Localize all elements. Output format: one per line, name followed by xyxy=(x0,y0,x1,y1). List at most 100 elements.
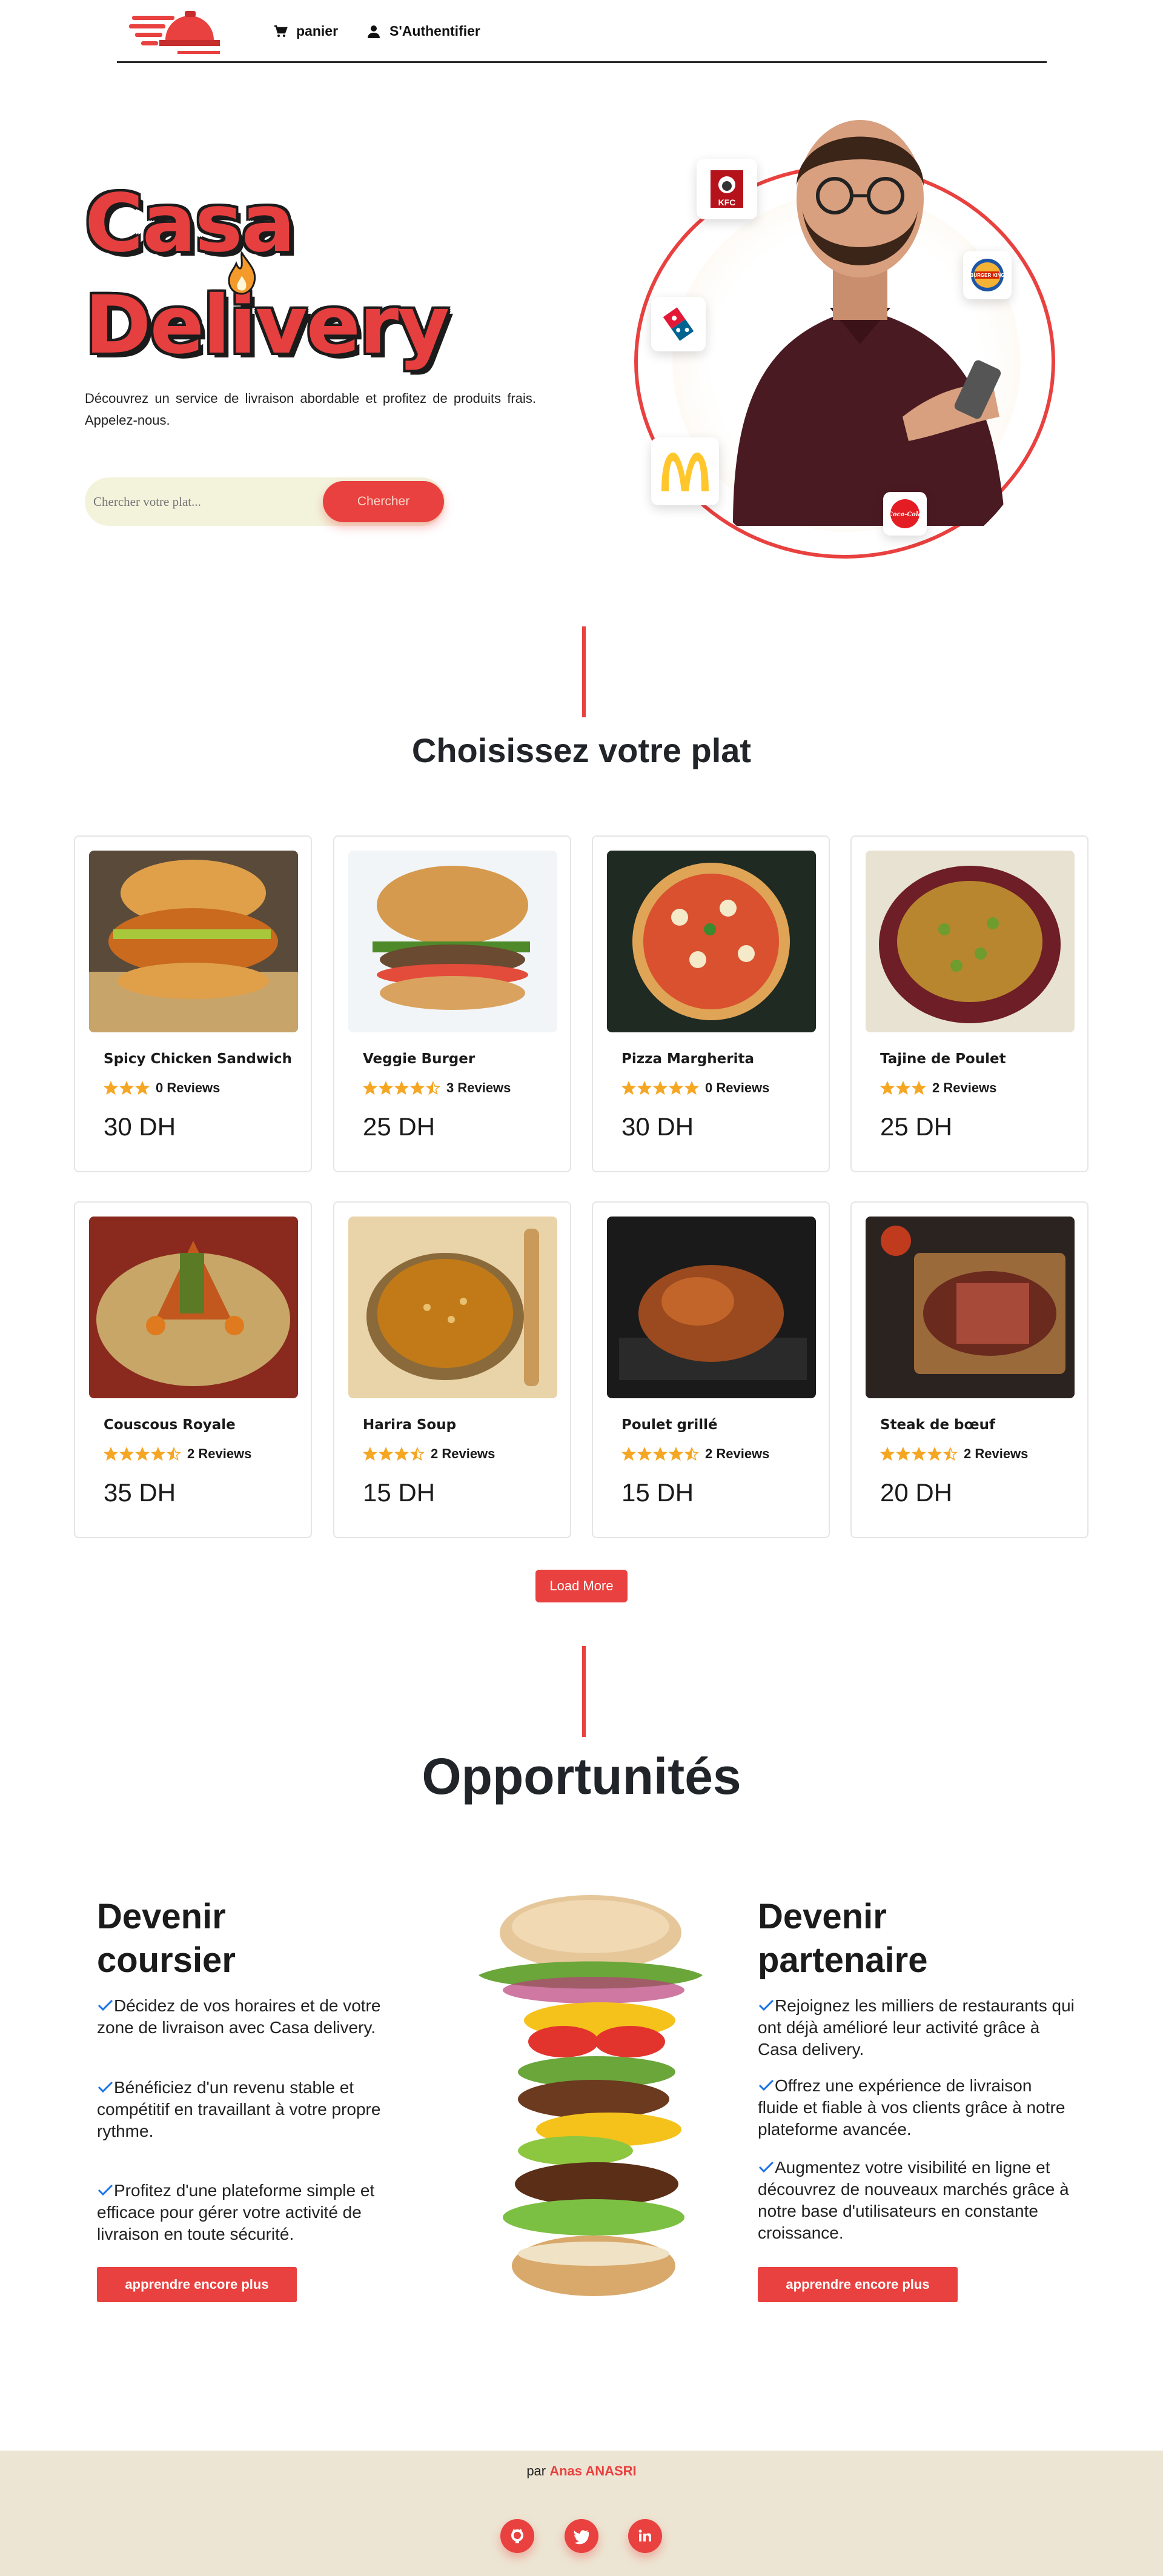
star-icon xyxy=(669,1447,683,1461)
food-image[interactable] xyxy=(866,851,1075,1032)
food-name[interactable]: Poulet grillé xyxy=(621,1417,718,1433)
star-icon xyxy=(379,1081,393,1095)
courier-point-text: Profitez d'une plateforme simple et effi… xyxy=(97,2181,375,2243)
menu-card[interactable]: Harira Soup 2 Reviews 15 DH xyxy=(333,1201,571,1538)
food-price: 30 DH xyxy=(621,1112,694,1141)
courier-point: Bénéficiez d'un revenu stable et compéti… xyxy=(97,2077,415,2142)
check-icon xyxy=(758,1999,774,2011)
hero-title: Casa Delivery xyxy=(85,173,449,376)
food-price: 30 DH xyxy=(104,1112,176,1141)
star-icon xyxy=(880,1081,895,1095)
courier-point-text: Décidez de vos horaires et de votre zone… xyxy=(97,1996,381,2037)
star-icon xyxy=(637,1447,652,1461)
burger-king-icon: BURGER KING xyxy=(970,259,1004,291)
food-image[interactable] xyxy=(607,1217,816,1398)
login-link[interactable]: S'Authentifier xyxy=(366,23,480,39)
courier-point: Décidez de vos horaires et de votre zone… xyxy=(97,1995,415,2039)
star-icon xyxy=(669,1081,683,1095)
linkedin-link[interactable] xyxy=(628,2519,662,2553)
coca-cola-icon: Coca-Cola xyxy=(889,499,921,528)
partner-title-line1: Devenir xyxy=(758,1897,887,1936)
check-icon xyxy=(758,2079,774,2091)
food-image[interactable] xyxy=(89,851,298,1032)
courier-learn-more-button[interactable]: apprendre encore plus xyxy=(97,2267,297,2302)
search-input[interactable] xyxy=(93,488,311,515)
star-icon xyxy=(119,1447,134,1461)
food-rating: 2 Reviews xyxy=(621,1446,769,1462)
menu-card[interactable]: Steak de bœuf 2 Reviews 20 DH xyxy=(850,1201,1088,1538)
star-icon xyxy=(104,1447,118,1461)
food-image[interactable] xyxy=(348,1217,557,1398)
star-icon xyxy=(426,1081,440,1095)
cart-link[interactable]: panier xyxy=(273,23,338,39)
star-icon xyxy=(394,1081,409,1095)
partner-point-text: Augmentez votre visibilité en ligne et d… xyxy=(758,2158,1069,2242)
food-name[interactable]: Tajine de Poulet xyxy=(880,1051,1006,1067)
twitter-icon xyxy=(574,2530,589,2544)
star-icon xyxy=(896,1081,910,1095)
menu-card[interactable]: Couscous Royale 2 Reviews 35 DH xyxy=(74,1201,312,1538)
svg-text:Coca-Cola: Coca-Cola xyxy=(889,511,921,518)
mcdonalds-icon xyxy=(661,453,709,491)
coca-cola-logo: Coca-Cola xyxy=(883,492,927,536)
food-rating: 3 Reviews xyxy=(363,1080,511,1096)
food-reviews: 3 Reviews xyxy=(446,1080,511,1095)
cart-label: panier xyxy=(296,23,339,39)
menu-card[interactable]: Tajine de Poulet 2 Reviews 25 DH xyxy=(850,835,1088,1172)
star-icon xyxy=(621,1081,636,1095)
star-icon xyxy=(394,1447,409,1461)
opportunities-title: Opportunités xyxy=(422,1748,741,1805)
courier-title-line2: coursier xyxy=(97,1940,236,1980)
navbar: panier S'Authentifier xyxy=(117,0,1047,63)
food-image[interactable] xyxy=(866,1217,1075,1398)
login-label: S'Authentifier xyxy=(389,23,480,39)
star-icon xyxy=(151,1447,165,1461)
star-icon xyxy=(135,1081,150,1095)
courier-point: Profitez d'une plateforme simple et effi… xyxy=(97,2180,415,2245)
author-link[interactable]: Anas ANASRI xyxy=(549,2463,636,2478)
food-name[interactable]: Couscous Royale xyxy=(104,1417,236,1433)
burger-king-logo: BURGER KING xyxy=(963,251,1012,299)
star-icon xyxy=(410,1447,425,1461)
food-reviews: 2 Reviews xyxy=(932,1080,997,1095)
star-icon xyxy=(684,1447,699,1461)
star-icon xyxy=(943,1447,958,1461)
food-image[interactable] xyxy=(89,1217,298,1398)
food-name[interactable]: Harira Soup xyxy=(363,1417,456,1433)
user-icon xyxy=(368,25,380,38)
dominos-logo xyxy=(651,297,706,351)
star-icon xyxy=(119,1081,134,1095)
food-image[interactable] xyxy=(348,851,557,1032)
twitter-link[interactable] xyxy=(565,2519,598,2553)
food-rating: 2 Reviews xyxy=(880,1080,996,1096)
kfc-logo: KFC xyxy=(697,159,757,219)
star-icon xyxy=(363,1447,377,1461)
menu-card[interactable]: Spicy Chicken Sandwich 0 Reviews 30 DH xyxy=(74,835,312,1172)
partner-point-text: Offrez une expérience de livraison fluid… xyxy=(758,2076,1065,2139)
star-icon xyxy=(896,1447,910,1461)
menu-card[interactable]: Pizza Margherita 0 Reviews 30 DH xyxy=(592,835,830,1172)
hero-title-line1: Casa xyxy=(85,177,296,270)
food-name[interactable]: Veggie Burger xyxy=(363,1051,475,1067)
partner-learn-more-button[interactable]: apprendre encore plus xyxy=(758,2267,958,2302)
food-price: 25 DH xyxy=(363,1112,436,1141)
check-icon xyxy=(758,2161,774,2173)
search-button[interactable]: Chercher xyxy=(323,481,444,522)
food-name[interactable]: Steak de bœuf xyxy=(880,1417,995,1433)
check-icon xyxy=(98,1999,113,2011)
star-icon xyxy=(621,1447,636,1461)
food-name[interactable]: Spicy Chicken Sandwich xyxy=(104,1051,292,1067)
github-link[interactable] xyxy=(500,2519,534,2553)
menu-card[interactable]: Veggie Burger 3 Reviews 25 DH xyxy=(333,835,571,1172)
menu-card[interactable]: Poulet grillé 2 Reviews 15 DH xyxy=(592,1201,830,1538)
load-more-button[interactable]: Load More xyxy=(535,1570,628,1602)
food-name[interactable]: Pizza Margherita xyxy=(621,1051,754,1067)
food-rating: 2 Reviews xyxy=(104,1446,251,1462)
courier-title-line1: Devenir xyxy=(97,1897,226,1936)
star-icon xyxy=(410,1081,425,1095)
star-icon xyxy=(167,1447,181,1461)
cart-icon xyxy=(274,25,288,37)
logo-icon[interactable] xyxy=(129,4,235,59)
food-image[interactable] xyxy=(607,851,816,1032)
food-reviews: 2 Reviews xyxy=(964,1446,1029,1461)
